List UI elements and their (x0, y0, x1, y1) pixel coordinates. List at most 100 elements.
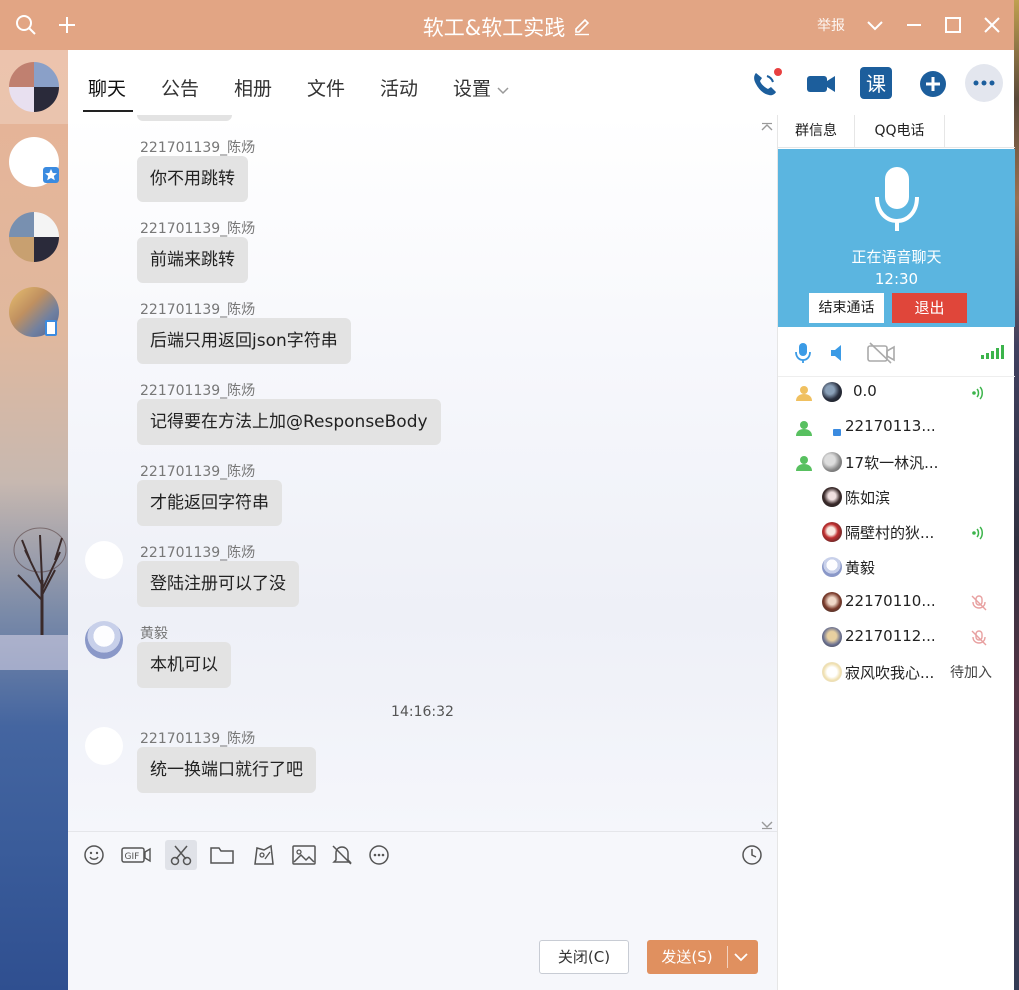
title-bar: 软工&软工实践 举报 (0, 0, 1014, 50)
chevron-down-icon[interactable] (731, 950, 751, 964)
tab-settings[interactable]: 设置 (453, 74, 509, 101)
tab-qq-call[interactable]: QQ电话 (855, 115, 945, 148)
group-avatar-current[interactable] (9, 62, 59, 112)
avatar (822, 487, 842, 507)
message-list[interactable]: 221701139_陈炀 你不用跳转 221701139_陈炀 前端来跳转 22… (68, 115, 777, 831)
send-button-divider (727, 946, 728, 968)
message-sender: 221701139_陈炀 (140, 464, 256, 480)
member-row[interactable]: 黄毅 (778, 550, 1015, 585)
member-row[interactable]: 隔壁村的狄... (778, 515, 1015, 550)
member-name: 0.0 (853, 382, 877, 400)
gif-icon[interactable]: GIF (120, 840, 152, 870)
avatar[interactable] (85, 727, 123, 765)
message-bubble: 本机可以 (137, 642, 231, 688)
active-tab-indicator (83, 110, 133, 112)
microphone-muted-icon (970, 629, 988, 647)
avatar (822, 557, 842, 577)
tab-activities[interactable]: 活动 (380, 74, 418, 101)
avatar[interactable] (85, 541, 123, 579)
avatar (822, 627, 842, 647)
member-row[interactable]: 陈如滨 (778, 480, 1015, 515)
course-button[interactable]: 课 (860, 67, 892, 99)
speaking-icon (970, 524, 988, 542)
voice-call-icon[interactable] (748, 67, 782, 101)
message-bubble: 统一换端口就行了吧 (137, 747, 316, 793)
image-icon[interactable] (288, 840, 320, 870)
message-sender: 黄毅 (140, 626, 168, 642)
speaking-icon (970, 384, 988, 402)
scroll-up-icon[interactable] (761, 117, 773, 131)
svg-text:GIF: GIF (125, 852, 140, 862)
avatar (822, 662, 842, 682)
tab-album[interactable]: 相册 (234, 74, 272, 101)
member-row[interactable]: 22170113... (778, 410, 1015, 445)
quit-button[interactable]: 退出 (892, 293, 967, 323)
voice-duration: 12:30 (874, 270, 919, 288)
conversation-sidebar (0, 50, 68, 990)
message-bubble: 记得要在方法上加@ResponseBody (137, 399, 441, 445)
minimize-icon[interactable] (901, 12, 927, 38)
avatar[interactable] (85, 621, 123, 659)
member-person-icon (795, 419, 813, 437)
chevron-down-icon (497, 79, 509, 101)
member-name: 寂风吹我心... (845, 664, 935, 682)
folder-icon[interactable] (206, 840, 238, 870)
message-sender: 221701139_陈炀 (140, 221, 256, 237)
member-row[interactable]: 寂风吹我心... 待加入 (778, 655, 1015, 690)
member-row[interactable]: 0.0 (778, 375, 1015, 410)
speaker-toggle-icon[interactable] (829, 343, 847, 367)
history-clock-icon[interactable] (736, 840, 768, 870)
previous-bubble-fragment (137, 115, 232, 121)
window-title-label: 软工&软工实践 (422, 16, 566, 40)
member-name: 黄毅 (845, 559, 876, 577)
tab-files[interactable]: 文件 (307, 74, 345, 101)
chat-panel: 聊天 公告 相册 文件 活动 设置 课 221701139_陈炀 你不用跳转 2… (68, 50, 1014, 990)
message-sender: 221701139_陈炀 (140, 545, 256, 561)
composer-toolbar: GIF (68, 831, 777, 875)
more-options-icon[interactable] (965, 64, 1003, 102)
avatar (822, 417, 842, 437)
message-timestamp: 14:16:32 (391, 704, 454, 720)
member-row[interactable]: 22170110... (778, 585, 1015, 620)
member-name: 隔壁村的狄... (845, 524, 935, 542)
emoji-icon[interactable] (78, 840, 110, 870)
end-call-button[interactable]: 结束通话 (809, 293, 884, 323)
report-link[interactable]: 举报 (817, 15, 845, 35)
message-sender: 221701139_陈炀 (140, 731, 256, 747)
member-row[interactable]: 17软一林汎... (778, 445, 1015, 480)
message-bubble: 后端只用返回json字符串 (137, 318, 351, 364)
video-call-icon[interactable] (804, 67, 838, 101)
close-button[interactable]: 关闭(C) (539, 940, 629, 974)
add-app-icon[interactable] (916, 67, 950, 101)
member-name: 22170110... (845, 592, 936, 610)
maximize-icon[interactable] (940, 12, 966, 38)
microphone-toggle-icon[interactable] (794, 342, 812, 368)
sticker-icon[interactable] (248, 840, 280, 870)
signal-strength-icon (981, 344, 1005, 363)
more-tools-icon[interactable] (363, 840, 395, 870)
camera-off-icon[interactable] (867, 342, 895, 368)
message-bubble: 前端来跳转 (137, 237, 248, 283)
close-icon[interactable] (979, 12, 1005, 38)
tree-wallpaper-icon (0, 490, 68, 670)
member-name: 陈如滨 (845, 489, 891, 507)
group-avatar-3[interactable] (9, 212, 59, 262)
scroll-down-icon[interactable] (761, 815, 773, 830)
edit-title-icon[interactable] (573, 17, 591, 41)
screenshot-scissors-icon[interactable] (165, 840, 197, 870)
avatar (822, 592, 842, 612)
message-input[interactable]: 关闭(C) 发送(S) (68, 875, 777, 990)
tab-chat[interactable]: 聊天 (88, 74, 126, 101)
send-button[interactable]: 发送(S) (647, 940, 758, 974)
member-name: 22170112... (845, 627, 936, 645)
tab-group-info[interactable]: 群信息 (778, 115, 855, 148)
side-panel-tabs: 群信息 QQ电话 (778, 115, 1015, 148)
member-row[interactable]: 22170112... (778, 620, 1015, 655)
chevron-down-icon[interactable] (862, 12, 888, 38)
avatar (822, 452, 842, 472)
member-name: 17软一林汎... (845, 454, 939, 472)
tab-announcements[interactable]: 公告 (161, 74, 199, 101)
mute-notification-icon[interactable] (326, 840, 358, 870)
member-person-icon (795, 384, 813, 402)
avatar (822, 382, 842, 402)
